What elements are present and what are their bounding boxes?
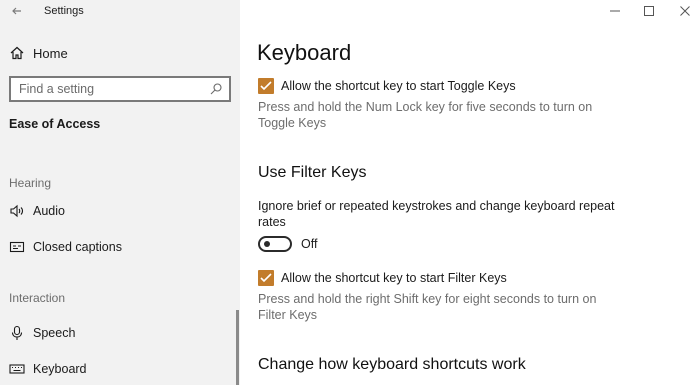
sidebar-item-home[interactable]: Home xyxy=(0,40,240,66)
checkmark-icon xyxy=(260,273,272,283)
sidebar: Settings Home Find a setting Ease of Acc… xyxy=(0,0,240,385)
close-icon[interactable] xyxy=(678,4,692,18)
checkmark-icon xyxy=(260,81,272,91)
filter-keys-toggle-state: Off xyxy=(301,237,318,251)
maximize-icon[interactable] xyxy=(642,4,656,18)
title-bar: Settings xyxy=(0,0,240,24)
app-title: Settings xyxy=(44,5,84,17)
search-icon[interactable] xyxy=(209,82,223,96)
home-icon xyxy=(9,45,25,61)
toggle-keys-help-text: Press and hold the Num Lock key for five… xyxy=(258,100,593,130)
sidebar-item-label: Closed captions xyxy=(33,240,122,254)
keyboard-icon xyxy=(9,361,25,377)
group-header-interaction: Interaction xyxy=(9,291,66,305)
section-title: Ease of Access xyxy=(9,117,101,131)
group-header-hearing: Hearing xyxy=(9,176,52,190)
filter-keys-toggle[interactable] xyxy=(258,236,292,252)
sidebar-item-closed-captions[interactable]: Closed captions xyxy=(0,234,236,260)
sidebar-item-label: Speech xyxy=(33,326,76,340)
back-arrow-icon[interactable] xyxy=(9,3,25,19)
toggle-keys-shortcut-checkbox[interactable] xyxy=(258,78,274,94)
sidebar-item-label: Home xyxy=(33,46,68,61)
sidebar-item-keyboard[interactable]: Keyboard xyxy=(0,356,236,382)
sidebar-item-speech[interactable]: Speech xyxy=(0,320,236,346)
sidebar-item-audio[interactable]: Audio xyxy=(0,198,236,224)
microphone-icon xyxy=(9,325,25,341)
change-shortcuts-heading: Change how keyboard shortcuts work xyxy=(258,356,526,373)
speaker-icon xyxy=(9,203,25,219)
minimize-icon[interactable] xyxy=(608,4,622,18)
page-title: Keyboard xyxy=(257,40,352,65)
search-placeholder: Find a setting xyxy=(19,82,95,96)
filter-keys-shortcut-checkbox[interactable] xyxy=(258,270,274,286)
filter-keys-heading: Use Filter Keys xyxy=(258,164,367,181)
filter-keys-shortcut-label: Allow the shortcut key to start Filter K… xyxy=(281,271,507,285)
sidebar-item-label: Audio xyxy=(33,204,65,218)
toggle-keys-shortcut-label: Allow the shortcut key to start Toggle K… xyxy=(281,79,516,93)
closed-captions-icon xyxy=(9,239,25,255)
sidebar-scrollbar[interactable] xyxy=(236,310,239,385)
search-input[interactable]: Find a setting xyxy=(9,76,231,102)
sidebar-item-label: Keyboard xyxy=(33,362,87,376)
filter-keys-description: Ignore brief or repeated keystrokes and … xyxy=(258,199,615,229)
filter-keys-help-text: Press and hold the right Shift key for e… xyxy=(258,292,597,322)
toggle-knob xyxy=(264,241,270,247)
main-content: Keyboard Allow the shortcut key to start… xyxy=(240,0,700,385)
